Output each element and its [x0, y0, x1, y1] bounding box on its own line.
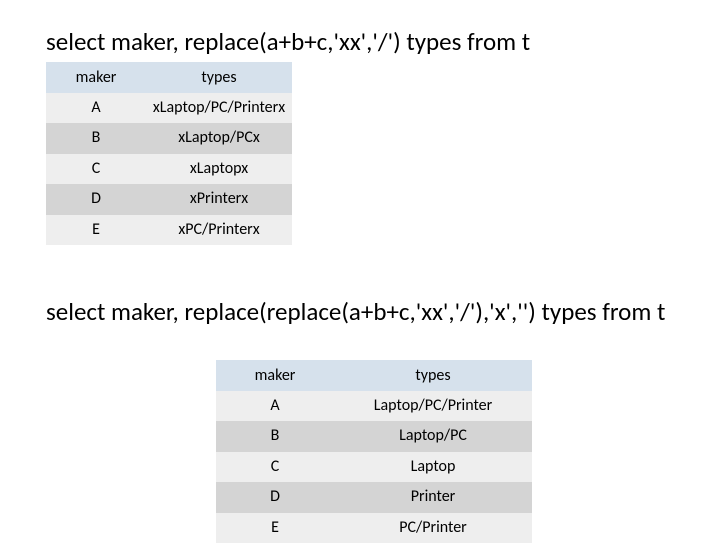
table-row: D xPrinterx — [46, 184, 292, 214]
table-header-row: maker types — [46, 62, 292, 93]
table-row: B xLaptop/PCx — [46, 123, 292, 153]
cell-maker: C — [46, 154, 146, 184]
table-row: E PC/Printer — [216, 513, 532, 543]
col-header-maker: maker — [216, 360, 334, 391]
table-row: A Laptop/PC/Printer — [216, 391, 532, 421]
cell-maker: B — [216, 421, 334, 451]
col-header-maker: maker — [46, 62, 146, 93]
cell-types: Laptop/PC — [334, 421, 532, 451]
cell-maker: D — [216, 482, 334, 512]
table-row: D Printer — [216, 482, 532, 512]
cell-maker: D — [46, 184, 146, 214]
cell-types: xLaptop/PC/Printerx — [146, 93, 292, 123]
table-row: C xLaptopx — [46, 154, 292, 184]
cell-types: xPrinterx — [146, 184, 292, 214]
cell-types: xLaptop/PCx — [146, 123, 292, 153]
sql-query-1: select maker, replace(a+b+c,'xx','/') ty… — [46, 26, 666, 57]
cell-maker: B — [46, 123, 146, 153]
table-row: C Laptop — [216, 452, 532, 482]
cell-types: Printer — [334, 482, 532, 512]
table-row: B Laptop/PC — [216, 421, 532, 451]
result-table-2: maker types A Laptop/PC/Printer B Laptop… — [216, 360, 532, 543]
cell-maker: A — [46, 93, 146, 123]
sql-query-2: select maker, replace(replace(a+b+c,'xx'… — [46, 296, 666, 327]
col-header-types: types — [146, 62, 292, 93]
cell-types: Laptop/PC/Printer — [334, 391, 532, 421]
cell-maker: E — [216, 513, 334, 543]
cell-types: xPC/Printerx — [146, 215, 292, 245]
table-row: E xPC/Printerx — [46, 215, 292, 245]
table-row: A xLaptop/PC/Printerx — [46, 93, 292, 123]
cell-types: PC/Printer — [334, 513, 532, 543]
cell-maker: C — [216, 452, 334, 482]
result-table-1: maker types A xLaptop/PC/Printerx B xLap… — [46, 62, 292, 245]
cell-maker: E — [46, 215, 146, 245]
col-header-types: types — [334, 360, 532, 391]
table-header-row: maker types — [216, 360, 532, 391]
slide: select maker, replace(a+b+c,'xx','/') ty… — [0, 0, 720, 540]
cell-maker: A — [216, 391, 334, 421]
cell-types: xLaptopx — [146, 154, 292, 184]
cell-types: Laptop — [334, 452, 532, 482]
